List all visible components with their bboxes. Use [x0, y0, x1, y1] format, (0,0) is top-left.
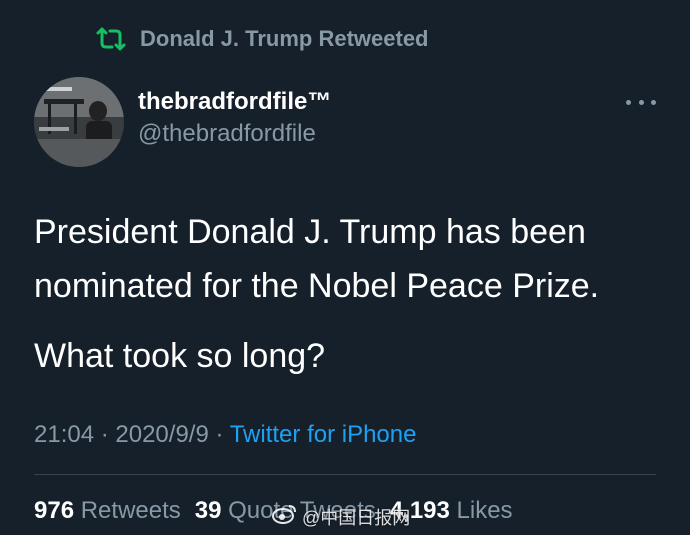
avatar-photo — [34, 77, 124, 167]
meta-separator: · — [208, 421, 230, 448]
likes-label: Likes — [456, 497, 513, 524]
dot — [651, 99, 656, 105]
tweet-meta: 21:04 · 2020/9/9 · Twitter for iPhone — [34, 420, 416, 450]
retweet-icon — [94, 26, 128, 52]
dot — [638, 99, 644, 105]
retweet-context[interactable]: Donald J. Trump Retweeted — [94, 24, 429, 54]
tweet-time: 21:04 — [34, 421, 95, 448]
watermark-text: @中国日报网 — [302, 507, 411, 528]
meta-separator: · — [94, 421, 116, 448]
retweets-count: 976 — [34, 497, 75, 524]
watermark: @中国日报网 — [272, 503, 410, 530]
retweets-stat[interactable]: 976 Retweets — [34, 497, 181, 524]
more-dots-icon[interactable] — [626, 94, 656, 110]
author-info[interactable]: thebradfordfile™ @thebradfordfile — [138, 86, 331, 150]
tweet-card: Donald J. Trump Retweeted thebradfordfil… — [0, 0, 690, 535]
tweet-paragraph: What took so long? — [34, 337, 326, 375]
author-display-name[interactable]: thebradfordfile™ — [138, 86, 331, 118]
tweet-paragraph: President Donald J. Trump has been nomin… — [34, 213, 600, 305]
tweet-body: President Donald J. Trump has been nomin… — [34, 205, 654, 383]
retweet-context-label: Donald J. Trump Retweeted — [140, 26, 429, 51]
divider — [34, 474, 656, 475]
retweets-label: Retweets — [80, 497, 181, 524]
tweet-source-link[interactable]: Twitter for iPhone — [230, 421, 417, 448]
quote-tweets-count: 39 — [194, 497, 222, 524]
author-handle[interactable]: @thebradfordfile — [138, 118, 331, 150]
dot — [626, 99, 631, 105]
avatar[interactable] — [34, 77, 124, 167]
tweet-date: 2020/9/9 — [115, 421, 209, 448]
weibo-icon — [272, 503, 298, 530]
